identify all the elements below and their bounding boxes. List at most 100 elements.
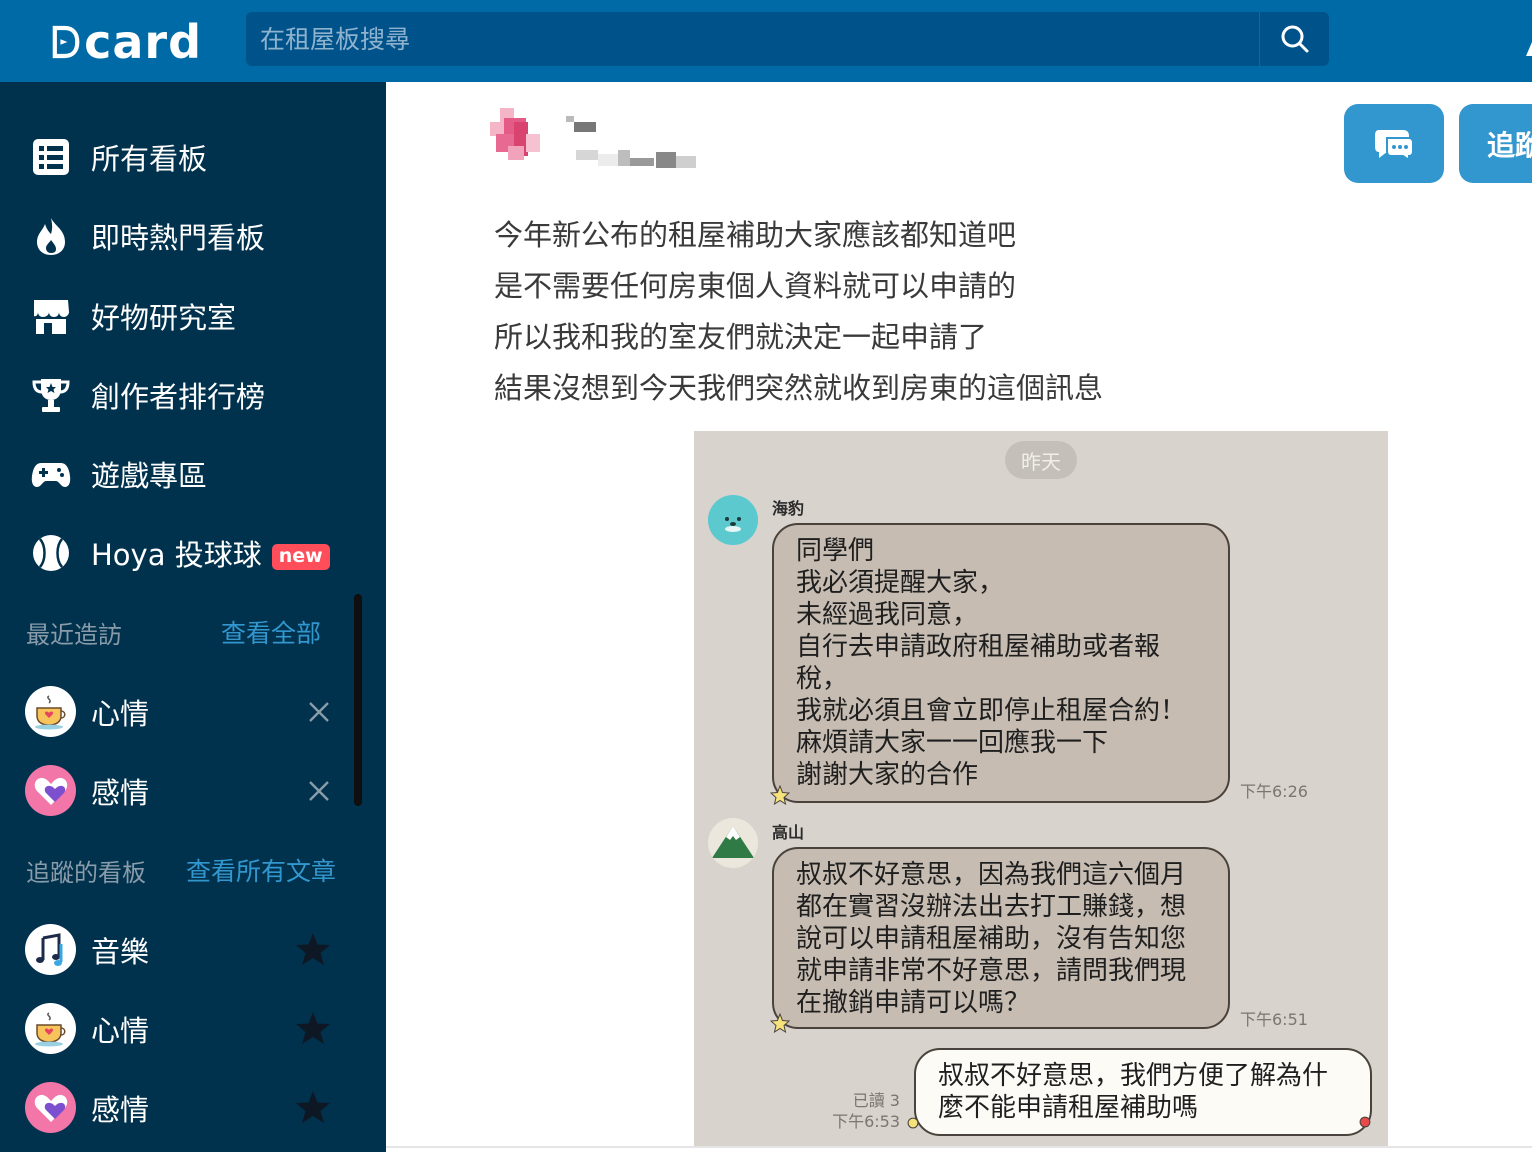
list-icon: [30, 136, 72, 178]
recent-visits-title: 最近造訪: [26, 620, 122, 649]
recent-visits-header: 最近造訪 查看全部: [26, 612, 356, 652]
chat-message-bubble: 叔叔不好意思，我們方便了解為什 麼不能申請租屋補助嗎: [914, 1048, 1372, 1136]
chat-message-line: 未經過我同意，: [796, 600, 979, 630]
sidebar-item-good-stuff-lab[interactable]: 好物研究室: [0, 284, 386, 348]
sidebar-item-label: 好物研究室: [91, 301, 237, 335]
sidebar-item-hoya[interactable]: Hoya 投球球 new: [0, 521, 386, 585]
board-label: 音樂: [91, 935, 150, 969]
chat-message-line: 自行去申請政府租屋補助或者報: [796, 632, 1161, 662]
sparkle-icon: [1359, 1116, 1371, 1128]
dcard-logo-icon: [52, 25, 80, 59]
hoya-label: Hoya 投球球: [91, 538, 262, 572]
chat-message-line: 麼不能申請租屋補助嗎: [938, 1093, 1199, 1123]
gamepad-icon: [30, 453, 72, 495]
board-label: 心情: [91, 697, 150, 731]
board-label: 感情: [91, 1093, 150, 1127]
search-input[interactable]: [246, 12, 1258, 66]
chat-message-line: 都在實習沒辦法出去打工賺錢，想: [796, 892, 1187, 922]
chat-message-bubble: 叔叔不好意思，因為我們這六個月 都在實習沒辦法出去打工賺錢，想 說可以申請租屋補…: [772, 847, 1230, 1029]
chat-message-line: 叔叔不好意思，我們方便了解為什: [938, 1061, 1329, 1091]
mountain-avatar-icon: [708, 818, 758, 868]
chat-timestamp: 下午6:53: [832, 1112, 900, 1131]
flame-icon: [30, 215, 72, 257]
chat-sender-name: 高山: [772, 823, 805, 842]
recent-board-relationship[interactable]: 感情: [0, 758, 360, 822]
sidebar-item-label: 即時熱門看板: [91, 221, 266, 255]
chat-message-line: 就申請非常不好意思，請問我們現: [796, 956, 1187, 986]
sidebar-item-game-zone[interactable]: 遊戲專區: [0, 442, 386, 506]
sparkle-icon: [770, 1013, 790, 1033]
user-menu-icon[interactable]: [1524, 40, 1532, 58]
post-line: 是不需要任何房東個人資料就可以申請的: [494, 269, 1017, 303]
new-badge: new: [271, 544, 330, 570]
chat-timestamp: 下午6:51: [1240, 1010, 1308, 1029]
followed-board-music[interactable]: 音樂: [0, 917, 360, 981]
top-bar: card: [0, 0, 1532, 82]
sidebar-item-label: 創作者排行榜: [91, 380, 266, 414]
view-all-posts-link[interactable]: 查看所有文章: [186, 852, 336, 888]
store-icon: [30, 295, 72, 337]
follow-label: 追蹤: [1487, 128, 1532, 162]
avatar: [490, 108, 540, 160]
star-icon[interactable]: [294, 931, 332, 969]
star-icon[interactable]: [294, 1010, 332, 1048]
chat-timestamp: 下午6:26: [1240, 782, 1308, 801]
sidebar-item-creator-ranking[interactable]: 創作者排行榜: [0, 363, 386, 427]
divider: [386, 1146, 1532, 1148]
close-icon[interactable]: [300, 772, 338, 810]
sidebar-item-label: 所有看板: [91, 142, 208, 176]
star-icon[interactable]: [294, 1089, 332, 1127]
post-content: 追蹤 今年新公布的租屋補助大家應該都知道吧 是不需要任何房東個人資料就可以申請的…: [386, 82, 1532, 1152]
followed-boards-header: 追蹤的看板 查看所有文章: [26, 850, 356, 890]
chat-message-line: 叔叔不好意思，因為我們這六個月: [796, 860, 1187, 890]
coffee-cup-icon: [25, 686, 76, 737]
sidebar-item-all-boards[interactable]: 所有看板: [0, 125, 386, 189]
sidebar-item-label: 遊戲專區: [91, 459, 208, 493]
search-bar: [246, 12, 1329, 66]
followed-board-mood[interactable]: 心情: [0, 996, 360, 1060]
chat-message-line: 我就必須且會立即停止租屋合約！: [796, 696, 1187, 726]
post-line: 結果沒想到今天我們突然就收到房東的這個訊息: [494, 371, 1104, 405]
chat-message-line: 在撤銷申請可以嗎？: [796, 988, 1031, 1018]
post-author[interactable]: [486, 104, 726, 180]
post-body: 今年新公布的租屋補助大家應該都知道吧 是不需要任何房東個人資料就可以申請的 所以…: [494, 210, 1194, 414]
logo-text: card: [84, 15, 202, 69]
follow-button[interactable]: 追蹤: [1459, 104, 1532, 183]
close-icon[interactable]: [300, 693, 338, 731]
sparkle-icon: [770, 785, 790, 805]
chat-bubble-icon: [1375, 129, 1414, 162]
board-label: 心情: [91, 1014, 150, 1048]
chat-message-bubble: 同學們 我必須提醒大家， 未經過我同意， 自行去申請政府租屋補助或者報 稅， 我…: [772, 523, 1230, 803]
followed-board-relationship[interactable]: 感情: [0, 1075, 360, 1139]
heart-icon: [25, 1082, 76, 1133]
recent-board-mood[interactable]: 心情: [0, 679, 360, 743]
followed-boards-title: 追蹤的看板: [26, 858, 146, 887]
coffee-cup-icon: [25, 1003, 76, 1054]
chat-screenshot-image[interactable]: 昨天 海豹 同學們 我必須提醒大家， 未經過我同意， 自行去申請政府租屋補助或者…: [694, 431, 1388, 1147]
baseball-icon: [30, 532, 72, 574]
seal-avatar-icon: [708, 495, 758, 545]
sidebar-item-hot-boards[interactable]: 即時熱門看板: [0, 204, 386, 268]
chat-read-receipt: 已讀 3 下午6:53: [820, 1090, 900, 1132]
chat-message-line: 謝謝大家的合作: [796, 760, 979, 790]
sidebar-scrollbar[interactable]: [354, 594, 362, 806]
heart-icon: [25, 765, 76, 816]
post-line: 今年新公布的租屋補助大家應該都知道吧: [494, 218, 1017, 252]
view-all-link[interactable]: 查看全部: [221, 614, 321, 650]
dcard-logo[interactable]: card: [52, 14, 202, 70]
sparkle-icon: [907, 1117, 919, 1129]
chat-message-line: 我必須提醒大家，: [796, 568, 1005, 598]
chat-button[interactable]: [1344, 104, 1444, 183]
search-button[interactable]: [1259, 12, 1329, 66]
read-count: 已讀 3: [852, 1091, 900, 1110]
trophy-icon: [30, 374, 72, 416]
music-note-icon: [25, 924, 76, 975]
board-label: 感情: [91, 776, 150, 810]
chat-message-line: 稅，: [796, 664, 849, 694]
post-line: 所以我和我的室友們就決定一起申請了: [494, 320, 988, 354]
chat-sender-name: 海豹: [772, 499, 805, 518]
author-name-blurred: [566, 116, 696, 168]
search-icon: [1281, 25, 1308, 53]
sidebar-item-label: Hoya 投球球 new: [91, 532, 330, 574]
sidebar: 所有看板 即時熱門看板 好物研究室 創作者排行榜 遊戲專區 Hoya 投球球 n…: [0, 82, 386, 1152]
